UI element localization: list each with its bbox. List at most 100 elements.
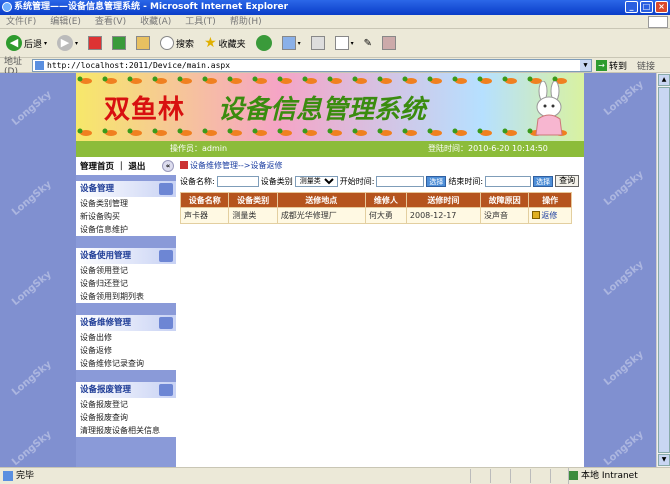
watermark-text: LongSky [10, 178, 54, 219]
scroll-thumb[interactable] [658, 87, 670, 453]
print-button[interactable] [309, 32, 327, 54]
search-icon [160, 36, 175, 50]
home-button[interactable] [134, 32, 152, 54]
address-dropdown-icon[interactable]: ▼ [580, 59, 591, 71]
group-title[interactable]: 设备管理 [76, 181, 176, 197]
table-row: 声卡器 测量类 成都光华修理厂 何大勇 2008-12-17 没声音 返修 [179, 207, 572, 224]
refresh-button[interactable] [110, 32, 128, 54]
cell-reason: 没声音 [479, 207, 530, 224]
maximize-button[interactable]: □ [640, 1, 653, 13]
sidebar-group-scrap: 设备报废管理 设备报废登记 设备报废查询 清理报废设备相关信息 [76, 382, 176, 437]
start-pick-button[interactable]: 选择 [426, 175, 447, 187]
group-title[interactable]: 设备使用管理 [76, 248, 176, 264]
return-repair-link[interactable]: 返修 [532, 210, 557, 221]
collapse-icon[interactable]: « [162, 160, 174, 172]
breadcrumb-text: 设备维修管理-->设备返修 [190, 160, 283, 170]
scroll-down-icon[interactable]: ▼ [658, 454, 670, 466]
sidebar-item[interactable]: 设备返修 [76, 344, 176, 357]
close-button[interactable]: × [655, 1, 668, 13]
back-button[interactable]: ◀ 后退 ▾ [4, 32, 49, 54]
start-time-input[interactable] [376, 175, 425, 187]
status-text: 完毕 [16, 471, 35, 481]
col-header: 维修人 [364, 192, 407, 208]
search-label: 搜索 [176, 39, 195, 50]
sidebar-item[interactable]: 设备维修记录查询 [76, 357, 176, 370]
sidebar-item[interactable]: 设备信息维护 [76, 223, 176, 236]
sidebar-item[interactable]: 设备领用到期列表 [76, 290, 176, 303]
media-button[interactable] [254, 32, 274, 54]
name-input[interactable] [216, 175, 259, 187]
forward-button[interactable]: ▶ ▾ [55, 32, 80, 54]
windows-logo-icon [648, 16, 668, 28]
done-page-icon [3, 471, 13, 481]
discuss-button[interactable]: ✎ [362, 32, 374, 54]
star-icon: ★ [204, 35, 217, 51]
group-title[interactable]: 设备报废管理 [76, 382, 176, 398]
minimize-button[interactable]: _ [625, 1, 638, 13]
watermark-text: LongSky [10, 88, 54, 129]
search-button[interactable]: 搜索 [158, 32, 196, 54]
watermark-text: LongSky [602, 348, 646, 389]
menu-file[interactable]: 文件(F) [6, 15, 36, 28]
sidebar-item[interactable]: 设备类别管理 [76, 197, 176, 210]
watermark-text: LongSky [10, 428, 54, 467]
address-input[interactable]: http://localhost:2011/Device/main.aspx ▼ [32, 58, 592, 72]
leaf-icon [277, 76, 283, 82]
favorites-label: 收藏夹 [218, 39, 246, 50]
edit-button[interactable]: ▾ [333, 32, 356, 54]
type-select[interactable]: 测量类 [294, 175, 338, 187]
menu-tools[interactable]: 工具(T) [185, 15, 216, 28]
go-button[interactable]: → 转到 [596, 59, 627, 72]
cell-date: 2008-12-17 [405, 207, 481, 224]
leaf-icon [327, 128, 333, 134]
type-label: 设备类别 [260, 176, 293, 186]
sidebar: 管理首页 ｜ 退出 « 设备管理 设备类别管理 新设备购买 设备信息维护 设备使… [76, 157, 176, 467]
stop-button[interactable] [86, 32, 104, 54]
leaf-icon [402, 76, 408, 82]
main-content: 设备维修管理-->设备返修 设备名称: 设备类别 测量类 开始时间: 选择 结束… [179, 159, 580, 224]
leaf-icon [77, 76, 83, 82]
leaf-icon [377, 128, 383, 134]
messenger-button[interactable] [380, 32, 398, 54]
leaf-icon [177, 128, 183, 134]
sidebar-item[interactable]: 设备归还登记 [76, 277, 176, 290]
favorites-button[interactable]: ★ 收藏夹 [202, 32, 248, 54]
browser-viewport: LongSky LongSky LongSky LongSky LongSky LongS… [0, 73, 670, 467]
leaf-icon [102, 128, 108, 134]
links-button[interactable]: 链接 [637, 59, 655, 72]
end-pick-button[interactable]: 选择 [533, 175, 554, 187]
refresh-icon [112, 36, 127, 50]
vertical-scrollbar[interactable]: ▲ ▼ [656, 73, 670, 467]
cell-repairer: 何大勇 [364, 207, 407, 224]
lock-icon [532, 211, 541, 220]
leaf-icon [477, 128, 483, 134]
cell-location: 成都光华修理厂 [276, 207, 366, 224]
sidebar-item[interactable]: 清理报废设备相关信息 [76, 424, 176, 437]
mail-button[interactable]: ▾ [280, 32, 303, 54]
sidebar-item[interactable]: 新设备购买 [76, 210, 176, 223]
cell-action: 返修 [528, 207, 572, 224]
sidebar-item[interactable]: 设备出修 [76, 331, 176, 344]
sidebar-group-usage: 设备使用管理 设备领用登记 设备归还登记 设备领用到期列表 [76, 248, 176, 303]
home-logout-links[interactable]: 管理首页 ｜ 退出 [80, 160, 145, 172]
mail-icon [281, 36, 296, 50]
query-button[interactable]: 查询 [555, 175, 580, 187]
sidebar-item[interactable]: 设备领用登记 [76, 264, 176, 277]
scroll-up-icon[interactable]: ▲ [658, 74, 670, 86]
menu-help[interactable]: 帮助(H) [230, 15, 262, 28]
name-label: 设备名称: [180, 176, 215, 186]
leaf-icon [152, 128, 158, 134]
home-icon [136, 36, 151, 50]
browser-toolbar: ◀ 后退 ▾ ▶ ▾ 搜索 ★ 收藏夹 ▾ ▾ ✎ [0, 29, 670, 58]
sidebar-item[interactable]: 设备报废查询 [76, 411, 176, 424]
leaf-icon [202, 128, 208, 134]
group-title[interactable]: 设备维修管理 [76, 315, 176, 331]
menu-favorites[interactable]: 收藏(A) [140, 15, 171, 28]
menu-view[interactable]: 查看(V) [95, 15, 126, 28]
stop-icon [88, 36, 103, 50]
breadcrumb: 设备维修管理-->设备返修 [180, 159, 580, 171]
sidebar-item[interactable]: 设备报废登记 [76, 398, 176, 411]
menu-edit[interactable]: 编辑(E) [50, 15, 81, 28]
banner-title-brand: 双鱼林 [104, 95, 186, 125]
end-time-input[interactable] [485, 175, 532, 187]
